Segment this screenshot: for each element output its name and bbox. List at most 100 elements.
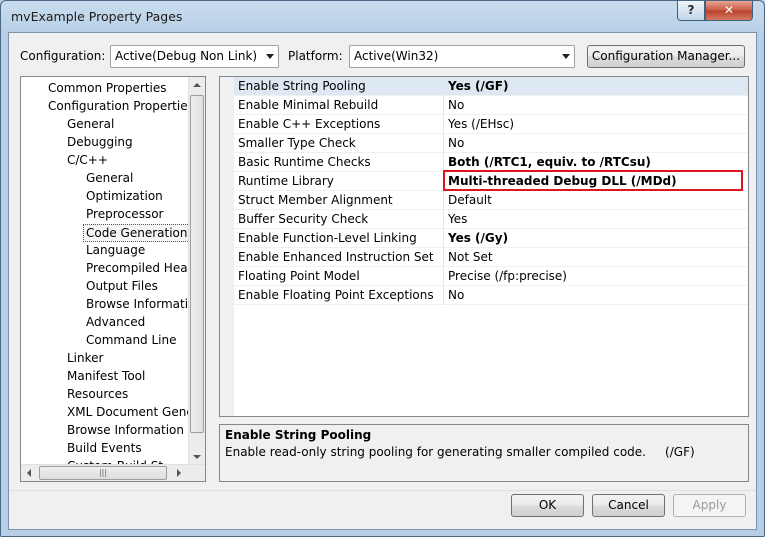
chevron-down-icon [266, 54, 274, 59]
tree-items-container: Common Properties Configuration Propertie… [21, 77, 189, 465]
property-value[interactable]: Not Set [448, 250, 493, 264]
column-separator [443, 210, 444, 229]
tree-item[interactable]: Resources [67, 386, 128, 404]
apply-button[interactable]: Apply [673, 494, 746, 517]
configuration-manager-button[interactable]: Configuration Manager... [587, 45, 745, 68]
property-value[interactable]: Yes (/Gy) [448, 231, 508, 245]
tree-item[interactable]: Preprocessor [86, 206, 163, 224]
property-row[interactable]: Struct Member Alignment Default [234, 191, 748, 210]
property-name: Basic Runtime Checks [238, 155, 371, 169]
property-name: Enable Minimal Rebuild [238, 98, 379, 112]
tree-item[interactable]: Build Events [67, 440, 142, 458]
platform-value: Active(Win32) [354, 49, 439, 63]
platform-label: Platform: [288, 49, 343, 63]
tree-item[interactable]: Linker [67, 350, 103, 368]
property-row[interactable]: Enable String Pooling Yes (/GF) [234, 77, 748, 96]
scroll-grip-icon: ||| [98, 468, 108, 477]
title-bar[interactable]: mvExample Property Pages ? ✕ [1, 1, 764, 33]
tree-item[interactable]: General [67, 116, 114, 134]
column-separator [443, 267, 444, 286]
tree-item[interactable]: Common Properties [48, 80, 167, 98]
column-separator [443, 77, 444, 96]
property-value[interactable]: Yes (/EHsc) [448, 117, 514, 131]
property-value[interactable]: No [448, 98, 464, 112]
help-button[interactable]: ? [677, 1, 705, 21]
property-grid[interactable]: Enable String Pooling Yes (/GF) Enable Min… [219, 76, 749, 417]
divider [9, 490, 756, 491]
configuration-value: Active(Debug Non Link) [115, 49, 258, 63]
property-row[interactable]: Enable Floating Point Exceptions No [234, 286, 748, 305]
configuration-label: Configuration: [20, 49, 106, 63]
scroll-down-arrow-icon[interactable] [193, 455, 201, 459]
tree-item[interactable]: Browse Information [86, 296, 189, 314]
property-row[interactable]: Enable C++ Exceptions Yes (/EHsc) [234, 115, 748, 134]
property-row[interactable]: Smaller Type Check No [234, 134, 748, 153]
runtime-library-highlight-box [443, 170, 743, 191]
tree-item[interactable]: Language [86, 242, 145, 260]
scroll-left-arrow-icon[interactable] [27, 469, 31, 477]
tree-item[interactable]: Manifest Tool [67, 368, 145, 386]
property-row[interactable]: Enable Function-Level Linking Yes (/Gy) [234, 229, 748, 248]
tree-item[interactable]: Configuration Properties [48, 98, 189, 116]
description-panel: Enable String Pooling Enable read-only s… [219, 424, 749, 482]
property-name: Struct Member Alignment [238, 193, 393, 207]
property-value[interactable]: Yes [448, 212, 467, 226]
ok-button[interactable]: OK [511, 494, 584, 517]
column-separator [443, 229, 444, 248]
scroll-right-arrow-icon[interactable] [177, 469, 181, 477]
column-separator [443, 248, 444, 267]
cancel-button[interactable]: Cancel [592, 494, 665, 517]
property-value[interactable]: Both (/RTC1, equiv. to /RTCsu) [448, 155, 651, 169]
property-name: Enable Function-Level Linking [238, 231, 417, 245]
tree-item[interactable]: C/C++ [67, 152, 108, 170]
tree-item[interactable]: Debugging [67, 134, 133, 152]
tree-item[interactable]: Browse Information [67, 422, 184, 440]
property-row[interactable]: Floating Point Model Precise (/fp:precise… [234, 267, 748, 286]
property-value[interactable]: Precise (/fp:precise) [448, 269, 567, 283]
property-name: Enable String Pooling [238, 79, 366, 93]
column-separator [443, 115, 444, 134]
description-text: Enable read-only string pooling for gene… [225, 445, 695, 459]
property-name: Enable C++ Exceptions [238, 117, 381, 131]
tree-item[interactable]: Output Files [86, 278, 158, 296]
tree-horizontal-scrollbar[interactable]: ||| [21, 464, 205, 481]
property-pages-window: mvExample Property Pages ? ✕ Configurati… [0, 0, 765, 537]
property-name: Runtime Library [238, 174, 334, 188]
property-value[interactable]: No [448, 136, 464, 150]
column-separator [443, 191, 444, 210]
property-value[interactable]: Yes (/GF) [448, 79, 508, 93]
property-name: Floating Point Model [238, 269, 360, 283]
grid-gutter [220, 77, 234, 416]
column-separator [443, 286, 444, 305]
configuration-dropdown[interactable]: Active(Debug Non Link) [110, 45, 279, 68]
property-name: Enable Floating Point Exceptions [238, 288, 434, 302]
property-name: Smaller Type Check [238, 136, 356, 150]
property-row[interactable]: Enable Minimal Rebuild No [234, 96, 748, 115]
property-value[interactable]: No [448, 288, 464, 302]
description-title: Enable String Pooling [225, 428, 372, 442]
dialog-client-area: Configuration: Active(Debug Non Link) Pl… [8, 32, 757, 530]
column-separator [443, 134, 444, 153]
property-row[interactable]: Buffer Security Check Yes [234, 210, 748, 229]
tree-item[interactable]: Command Line [86, 332, 177, 350]
property-name: Enable Enhanced Instruction Set [238, 250, 434, 264]
platform-dropdown[interactable]: Active(Win32) [349, 45, 575, 68]
property-value[interactable]: Default [448, 193, 492, 207]
chevron-down-icon [562, 54, 570, 59]
tree-item[interactable]: Optimization [86, 188, 163, 206]
tree-item[interactable]: Precompiled Heade [86, 260, 189, 278]
column-separator [443, 96, 444, 115]
scroll-thumb[interactable] [190, 95, 204, 433]
scroll-thumb[interactable]: ||| [39, 466, 167, 480]
tree-vertical-scrollbar[interactable] [188, 77, 205, 465]
tree-item[interactable]: Advanced [86, 314, 145, 332]
property-tree[interactable]: Common Properties Configuration Propertie… [20, 76, 206, 482]
window-title: mvExample Property Pages [11, 9, 183, 24]
tree-item[interactable]: Code Generation [83, 224, 189, 242]
property-row[interactable]: Enable Enhanced Instruction Set Not Set [234, 248, 748, 267]
property-name: Buffer Security Check [238, 212, 369, 226]
tree-item[interactable]: XML Document Genera [67, 404, 189, 422]
scroll-up-arrow-icon[interactable] [193, 83, 201, 87]
close-button[interactable]: ✕ [705, 1, 753, 21]
tree-item[interactable]: General [86, 170, 133, 188]
